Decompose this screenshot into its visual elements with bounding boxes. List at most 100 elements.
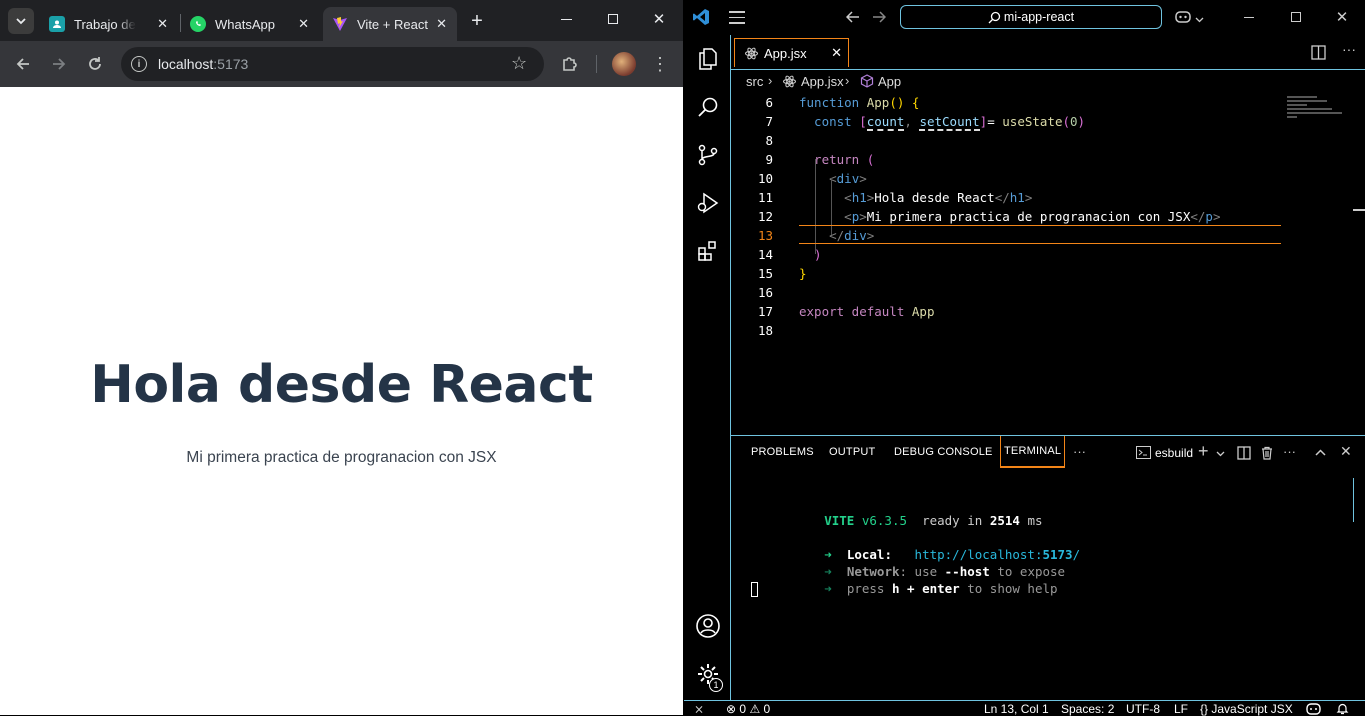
breadcrumb-symbol[interactable]: App: [878, 74, 901, 89]
files-icon: [698, 48, 717, 70]
line-number: 18: [757, 323, 773, 338]
chevron-down-icon[interactable]: [1216, 449, 1225, 458]
close-icon[interactable]: ✕: [298, 16, 309, 32]
reload-button[interactable]: [80, 49, 110, 79]
close-panel-icon[interactable]: ✕: [1340, 443, 1352, 460]
code-line: <h1>Hola desde React</h1>: [799, 190, 1033, 205]
code-line: <div>: [799, 171, 867, 186]
extensions-button[interactable]: [555, 49, 585, 79]
bottom-panel: PROBLEMS OUTPUT DEBUG CONSOLE TERMINAL ·…: [731, 435, 1365, 700]
chevron-right-icon: ›: [768, 73, 773, 88]
code-line: }: [799, 266, 807, 281]
manage-button[interactable]: 1: [684, 650, 731, 698]
command-center[interactable]: mi-app-react: [900, 5, 1162, 29]
breadcrumb-folder[interactable]: src: [746, 74, 763, 89]
menu-button[interactable]: ⋮: [645, 49, 675, 79]
close-icon[interactable]: ✕: [157, 16, 168, 32]
react-file-icon: [745, 47, 758, 59]
line-number: 11: [757, 190, 773, 205]
arrow-right-icon[interactable]: [872, 10, 886, 24]
line-number: 8: [765, 133, 773, 148]
more-tabs-icon[interactable]: ···: [1073, 444, 1086, 459]
line-number: 16: [757, 285, 773, 300]
activity-bar: 1: [684, 35, 731, 700]
notifications-bell-icon[interactable]: [1336, 702, 1349, 715]
vite-favicon-icon: [332, 16, 348, 32]
braces-icon: {}: [1200, 702, 1209, 716]
bookmark-star-icon[interactable]: ☆: [511, 53, 527, 74]
copilot-icon[interactable]: [1306, 702, 1321, 715]
explorer-button[interactable]: [684, 35, 731, 83]
source-control-button[interactable]: [684, 131, 731, 179]
line-number: 13: [757, 228, 773, 243]
extensions-button[interactable]: [684, 227, 731, 275]
maximize-button[interactable]: [1291, 12, 1301, 22]
new-tab-button[interactable]: +: [465, 9, 489, 33]
maximize-button[interactable]: [608, 14, 618, 24]
panel-tab-debug-console[interactable]: DEBUG CONSOLE: [894, 436, 993, 468]
minimap[interactable]: [1287, 94, 1347, 134]
account-icon: [695, 614, 720, 638]
encoding[interactable]: UTF-8: [1126, 702, 1160, 716]
address-bar[interactable]: i localhost:5173 ☆: [121, 47, 544, 81]
breadcrumb-file[interactable]: App.jsx: [801, 74, 844, 89]
panel-tab-terminal[interactable]: TERMINAL: [1000, 436, 1066, 468]
panel-tab-output[interactable]: OUTPUT: [829, 436, 875, 468]
menu-hamburger-icon[interactable]: [729, 11, 745, 24]
new-terminal-icon[interactable]: +: [1198, 441, 1209, 462]
profile-avatar[interactable]: [612, 52, 636, 76]
more-actions-icon[interactable]: ···: [1283, 444, 1296, 459]
arrow-left-icon: [16, 58, 29, 70]
chevron-up-icon[interactable]: [1314, 446, 1327, 459]
split-editor-icon[interactable]: [1311, 45, 1326, 60]
terminal-icon: [1136, 446, 1151, 459]
browser-tab-whatsapp[interactable]: WhatsApp ✕: [181, 7, 319, 41]
minimize-button[interactable]: [561, 19, 572, 20]
search-button[interactable]: [684, 83, 731, 131]
react-file-icon: [783, 75, 796, 88]
arrow-left-icon[interactable]: [846, 10, 860, 24]
close-icon[interactable]: ✕: [436, 16, 447, 32]
terminal-output[interactable]: VITE v6.3.5 ready in 2514 ms ➜ Local: ht…: [731, 471, 1365, 701]
copilot-button[interactable]: [1174, 9, 1204, 27]
forward-button[interactable]: [44, 49, 74, 79]
extensions-icon: [697, 241, 716, 261]
terminal-name[interactable]: esbuild: [1155, 446, 1193, 460]
more-actions-icon[interactable]: ···: [1342, 41, 1356, 57]
end-of-line[interactable]: LF: [1174, 702, 1188, 716]
close-window-button[interactable]: ✕: [649, 9, 669, 29]
chevron-down-icon: [16, 18, 26, 25]
breadcrumb: src › App.jsx › App: [731, 70, 1365, 92]
run-debug-button[interactable]: [684, 179, 731, 227]
back-button[interactable]: [8, 49, 38, 79]
terminal-scrollbar[interactable]: [1353, 478, 1365, 522]
tab-search-button[interactable]: [8, 8, 34, 34]
code-line: export default App: [799, 304, 935, 319]
search-icon: [697, 97, 717, 117]
browser-toolbar: i localhost:5173 ☆ ⋮: [0, 41, 683, 87]
browser-tab-vite[interactable]: Vite + React ✕: [323, 7, 457, 41]
remote-indicator-icon[interactable]: ⨯: [694, 702, 704, 716]
panel-tab-problems[interactable]: PROBLEMS: [751, 436, 814, 468]
language-mode[interactable]: {} JavaScript JSX: [1200, 702, 1293, 716]
minimize-button[interactable]: [1244, 17, 1254, 18]
split-terminal-icon[interactable]: [1237, 446, 1251, 460]
tab-label: App.jsx: [764, 45, 807, 61]
classroom-favicon-icon: [49, 16, 65, 32]
line-number: 12: [757, 209, 773, 224]
code-editor[interactable]: 6 function App() {7 const [count, setCoun…: [731, 92, 1365, 435]
cursor-position[interactable]: Ln 13, Col 1: [984, 702, 1049, 716]
browser-tab-trabajo[interactable]: Trabajo de cl ✕: [40, 7, 178, 41]
trash-icon[interactable]: [1260, 446, 1274, 460]
close-window-button[interactable]: ✕: [1332, 7, 1352, 27]
close-icon[interactable]: ✕: [831, 45, 842, 61]
accounts-button[interactable]: [684, 602, 731, 650]
problems-indicator[interactable]: ⊗ 0 ⚠ 0: [726, 702, 770, 716]
indentation[interactable]: Spaces: 2: [1061, 702, 1114, 716]
page-paragraph: Mi primera practica de progranacion con …: [186, 449, 497, 466]
site-info-icon[interactable]: i: [131, 56, 147, 72]
line-number: 14: [757, 247, 773, 262]
tab-app-jsx[interactable]: App.jsx ✕: [734, 38, 849, 67]
line-number: 10: [757, 171, 773, 186]
warning-icon: ⚠: [749, 702, 761, 716]
